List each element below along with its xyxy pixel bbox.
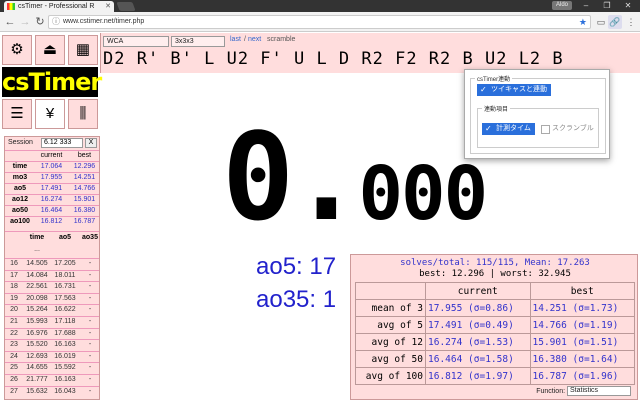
times-list-row[interactable]: 27 15.632 16.043- <box>5 385 99 396</box>
extension-link-icon[interactable]: 🔗 <box>608 15 622 29</box>
stats-header-row: current best <box>5 150 99 160</box>
statistics-row[interactable]: mean of 3 17.955 (σ=0.86) 14.251 (σ=1.73… <box>355 299 635 317</box>
session-clear-button[interactable]: X <box>85 138 97 148</box>
statistics-panel: solves/total: 115/115, Mean: 17.263 best… <box>350 254 638 400</box>
statistics-table: current best mean of 3 17.955 (σ=0.86) 1… <box>355 282 635 385</box>
next-scramble-link[interactable]: next <box>248 36 261 43</box>
times-list-row[interactable]: 22 16.976 17.688- <box>5 327 99 338</box>
close-window-icon[interactable]: ✕ <box>618 0 638 12</box>
tab-title: csTimer - Professional R <box>18 3 95 10</box>
bookmark-star-icon[interactable]: ★ <box>579 16 587 28</box>
best-header: best <box>529 282 635 300</box>
current-header: current <box>425 282 531 300</box>
puzzle-select[interactable]: 3x3x3 <box>171 36 225 47</box>
timer-decimals: 000 <box>358 151 489 237</box>
times-list-header: time ao5 ao35 <box>5 231 99 243</box>
times-list-row[interactable]: 24 12.693 16.019- <box>5 350 99 361</box>
current-header: current <box>40 152 63 159</box>
profile-button[interactable]: Aldo <box>552 1 572 10</box>
stat-row-ao5[interactable]: ao5 17.491 14.766 <box>5 183 99 193</box>
list-icon[interactable]: ☰ <box>2 99 32 129</box>
twitcasting-link-checkbox[interactable]: ツイキャスと連動 <box>477 84 551 96</box>
solves-summary: solves/total: 115/115, Mean: 17.263 <box>400 258 590 268</box>
address-bar[interactable]: ⓘ www.cstimer.net/timer.php ★ <box>48 15 591 29</box>
time-checkbox[interactable]: 計測タイム <box>482 123 535 135</box>
browser-toolbar: ← → ↻ ⓘ www.cstimer.net/timer.php ★ ▭ 🔗 … <box>0 12 640 32</box>
url-text: www.cstimer.net/timer.php <box>63 18 145 25</box>
extension-popup: csTimer連動 ツイキャスと連動 連動項目 計測タイム スクランブル <box>464 69 610 159</box>
forward-icon[interactable]: → <box>18 15 32 29</box>
times-list-row[interactable]: 21 15.993 17.118- <box>5 316 99 326</box>
best-worst-summary: best: 12.296 | worst: 32.945 <box>419 269 571 279</box>
cstimer-favicon-icon <box>7 3 15 10</box>
best-header: best <box>77 152 92 159</box>
minimize-icon[interactable]: – <box>576 0 596 12</box>
fieldset-legend: 連動項目 <box>482 104 511 113</box>
sliders-icon[interactable]: ⫼ <box>68 99 98 129</box>
times-list-row[interactable]: 23 15.520 16.163- <box>5 339 99 349</box>
session-select[interactable]: 6.12 333 <box>41 138 83 148</box>
maximize-icon[interactable]: ❐ <box>597 0 617 12</box>
page-info-icon[interactable]: ⓘ <box>52 16 60 28</box>
grid-icon[interactable]: ▦ <box>68 35 98 65</box>
scramble-text: D2 R' B' L U2 F' U L D R2 F2 R2 B U2 L2 … <box>103 49 564 69</box>
statistics-row[interactable]: avg of 50 16.464 (σ=1.58) 16.380 (σ=1.64… <box>355 350 635 368</box>
timer-display[interactable]: 0.000 <box>222 119 489 239</box>
stat-row-time[interactable]: time 17.064 12.296 <box>5 161 99 171</box>
gear-icon[interactable]: ⚙ <box>2 35 32 65</box>
cstimer-logo: csTimer <box>2 67 102 97</box>
times-list-ellipsis: ... <box>34 246 40 253</box>
back-icon[interactable]: ← <box>3 15 17 29</box>
times-list-row[interactable]: 25 14.655 15.592- <box>5 362 99 372</box>
yen-icon[interactable]: ¥ <box>35 99 65 129</box>
link-separator: / <box>244 36 246 43</box>
browser-tab-strip: csTimer - Professional R ✕ Aldo – ❐ ✕ <box>0 0 640 12</box>
times-list-row[interactable]: 17 14.084 18.011- <box>5 269 99 280</box>
cast-icon[interactable]: ▭ <box>594 15 608 29</box>
ao35-display: ao35: 1 <box>256 286 337 313</box>
upload-icon[interactable]: ⏏ <box>35 35 65 65</box>
session-label: Session <box>8 139 33 146</box>
times-list-row[interactable]: 16 14.505 17.205- <box>5 258 99 268</box>
stat-row-ao50[interactable]: ao50 16.464 16.380 <box>5 205 99 215</box>
menu-icon[interactable]: ⋮ <box>624 15 638 29</box>
stat-row-mo3[interactable]: mo3 17.955 14.251 <box>5 172 99 182</box>
times-list-row[interactable]: 26 21.777 16.163- <box>5 374 99 384</box>
tab-close-icon[interactable]: ✕ <box>105 1 111 12</box>
stat-row-ao12[interactable]: ao12 16.274 15.901 <box>5 194 99 204</box>
session-stats-panel: Session 6.12 333 X current best time 17.… <box>4 136 100 400</box>
scramble-bar: WCA 3x3x3 last / next scramble D2 R' B' … <box>100 33 640 73</box>
reload-icon[interactable]: ↻ <box>33 15 47 29</box>
link-items-fieldset: 連動項目 計測タイム スクランブル <box>477 104 599 148</box>
statistics-row[interactable]: avg of 100 16.812 (σ=1.97) 16.787 (σ=1.9… <box>355 367 635 385</box>
statistics-header-row: current best <box>355 282 635 300</box>
cstimer-link-fieldset: csTimer連動 ツイキャスと連動 連動項目 計測タイム スクランブル <box>470 74 606 154</box>
times-list-row[interactable]: 18 22.561 16.731- <box>5 281 99 291</box>
new-tab-button[interactable] <box>116 2 136 11</box>
function-select[interactable]: Statistics <box>567 386 631 396</box>
event-select[interactable]: WCA <box>103 36 169 47</box>
stat-row-ao100[interactable]: ao100 16.812 16.787 <box>5 216 99 226</box>
statistics-row[interactable]: avg of 5 17.491 (σ=0.49) 14.766 (σ=1.19) <box>355 316 635 334</box>
times-list-row[interactable]: 20 15.264 16.622- <box>5 304 99 314</box>
browser-tab[interactable]: csTimer - Professional R ✕ <box>4 1 114 12</box>
fieldset-legend: csTimer連動 <box>475 74 513 83</box>
ao5-display: ao5: 17 <box>256 253 337 280</box>
timer-seconds: 0. <box>222 109 362 248</box>
statistics-row[interactable]: avg of 12 16.274 (σ=1.53) 15.901 (σ=1.51… <box>355 333 635 351</box>
function-selector: Function: Statistics <box>536 386 631 396</box>
function-label: Function: <box>536 387 566 395</box>
last-scramble-link[interactable]: last <box>230 36 241 43</box>
scramble-checkbox[interactable]: スクランブル <box>540 123 594 135</box>
times-list-row[interactable]: 19 20.098 17.563- <box>5 292 99 303</box>
cstimer-page: ⚙ ⏏ ▦ csTimer ☰ ¥ ⫼ WCA 3x3x3 last / nex… <box>0 33 640 400</box>
scramble-label: scramble <box>267 36 296 43</box>
